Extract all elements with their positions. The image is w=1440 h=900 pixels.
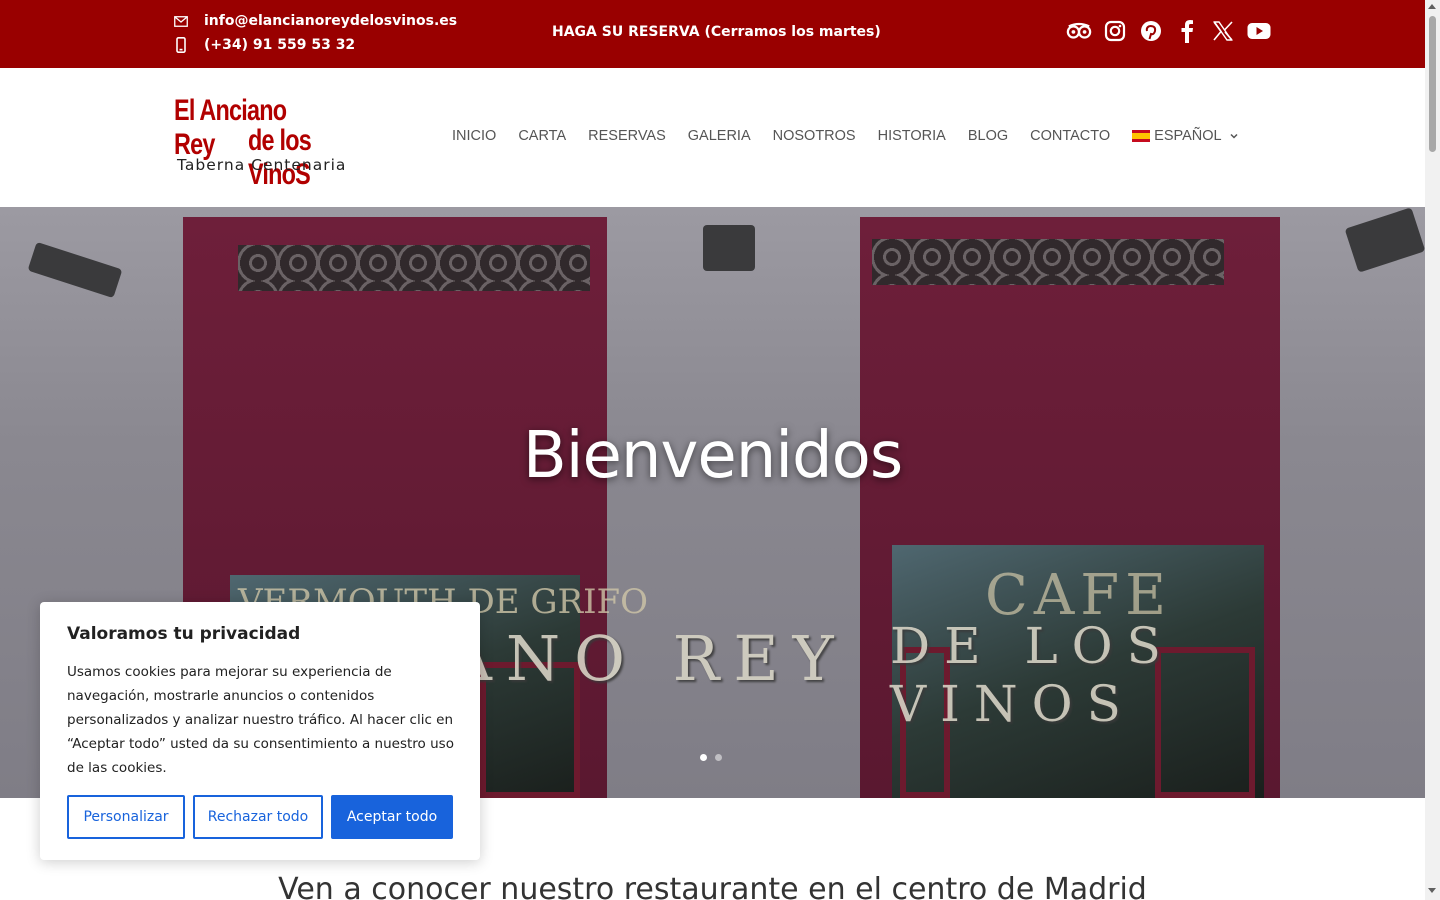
youtube-icon[interactable] [1246,18,1272,44]
instagram-icon[interactable] [1102,18,1128,44]
nav-item-contacto[interactable]: CONTACTO [1030,128,1110,144]
storefront-sign-right: DE LOS VINOS [890,617,1175,733]
accept-all-button[interactable]: Aceptar todo [331,795,453,839]
cookie-description: Usamos cookies para mejorar su experienc… [67,664,454,776]
phone-contact[interactable]: (+34) 91 559 53 32 [174,36,355,54]
reject-all-button[interactable]: Rechazar todo [193,795,323,839]
nav-item-galeria[interactable]: GALERIA [688,128,751,144]
slider-dot-1[interactable] [700,754,707,761]
slider-dot-2[interactable] [715,754,722,761]
nav-item-reservas[interactable]: RESERVAS [588,128,666,144]
top-bar: info@elancianoreydelosvinos.es (+34) 91 … [0,0,1425,68]
nav-item-blog[interactable]: BLOG [968,128,1008,144]
nav-item-carta[interactable]: CARTA [518,128,566,144]
tripadvisor-icon[interactable] [1066,18,1092,44]
window-text-right: CAFE [985,563,1173,628]
scroll-down-icon[interactable] [1428,888,1436,893]
facebook-icon[interactable] [1174,18,1200,44]
nav-item-inicio[interactable]: INICIO [452,128,496,144]
intro-heading: Ven a conocer nuestro restaurante en el … [278,872,1147,900]
reservation-notice[interactable]: HAGA SU RESERVA (Cerramos los martes) [552,24,881,40]
cookie-title: Valoramos tu privacidad [67,624,301,644]
envelope-icon [174,12,188,30]
customize-button[interactable]: Personalizar [67,795,185,839]
site-logo[interactable]: El Anciano Rey de los VinoS Taberna Cent… [174,94,376,191]
cookie-consent-banner: Valoramos tu privacidad Usamos cookies p… [40,602,480,860]
pinterest-icon[interactable] [1138,18,1164,44]
nav-item-nosotros[interactable]: NOSOTROS [773,128,856,144]
spain-flag-icon [1132,130,1151,142]
chevron-down-icon [1229,131,1239,141]
x-twitter-icon[interactable] [1210,18,1236,44]
site-header: El Anciano Rey de los VinoS Taberna Cent… [0,68,1425,207]
scroll-up-icon[interactable] [1428,4,1436,9]
nav-item-historia[interactable]: HISTORIA [878,128,946,144]
logo-tagline: Taberna Centenaria [177,156,347,174]
main-nav: INICIO CARTA RESERVAS GALERIA NOSOTROS H… [452,128,1239,144]
scrollbar-thumb[interactable] [1429,16,1436,152]
hero-title: Bienvenidos [522,419,903,493]
mobile-phone-icon [174,36,188,54]
email-text[interactable]: info@elancianoreydelosvinos.es [204,13,457,29]
email-contact[interactable]: info@elancianoreydelosvinos.es [174,12,457,30]
slider-pagination [700,754,722,761]
page-scrollbar[interactable] [1425,0,1440,900]
language-selector[interactable]: ESPAÑOL [1132,128,1238,144]
phone-text[interactable]: (+34) 91 559 53 32 [204,37,355,53]
language-label: ESPAÑOL [1154,128,1222,144]
social-links [1066,18,1272,44]
